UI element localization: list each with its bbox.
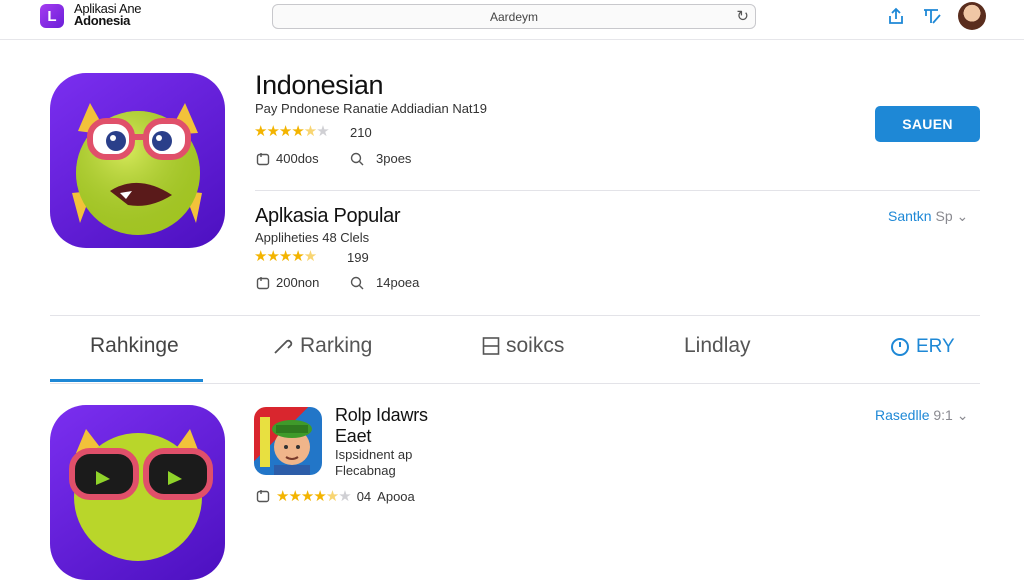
star-rating: ★★★★★★ [254,122,330,140]
brand-line-2: Adonesia [74,13,131,28]
tab-active-indicator [50,379,203,382]
tab-label: Lindlay [684,334,751,357]
section-subtitle: Appliheties 48 Clels [255,230,370,245]
side-link-label: Rasedlle [875,407,930,423]
tab-rankings[interactable]: Rahkinge [90,334,179,358]
avatar[interactable] [958,2,986,30]
size-value: 3poes [376,151,412,166]
divider [50,315,980,316]
divider [255,190,980,191]
tab-label: Rarking [300,334,373,357]
downloads-meta: 400dos [256,151,319,166]
chevron-down-icon: ⌄ [956,208,969,224]
tab-soikcs[interactable]: soikcs [482,334,564,358]
see-all-extra: Sp [935,208,953,224]
app-icon-monster[interactable] [50,73,225,248]
star-full-icons: ★★★★ [276,488,327,505]
rating-count: 210 [350,125,372,140]
tab-ranking[interactable]: Rarking [272,334,372,358]
app-icon-game[interactable] [254,407,322,475]
top-bar: L Aplikasi Ane Adonesia ↻ [0,0,1024,40]
app-subtitle: Pay Pndonese Ranatie Addiadian Nat19 [255,101,488,116]
address-bar[interactable]: ↻ [272,4,756,29]
tab-lindlay[interactable]: Lindlay [684,334,751,358]
search-icon [350,152,364,165]
section-title: Aplkasia Popular [255,205,401,227]
download-icon [256,276,270,289]
see-all-label: Santkn [888,208,932,224]
see-all-link[interactable]: Santkn Sp ⌄ [888,208,968,225]
rating-count: 199 [347,250,369,265]
downloads-meta: 200non [256,275,319,290]
brand-name: Aplikasi Ane Adonesia [74,2,142,28]
get-button[interactable]: SAUEN [875,106,980,142]
tab-label: Rahkinge [90,334,179,357]
rating-count: 04 [356,488,372,504]
list-item-desc-line-2: Flecabnag [335,463,396,478]
download-icon [256,490,270,503]
list-side-link[interactable]: Rasedlle 9:1 ⌄ [875,407,968,424]
search-input[interactable] [273,5,755,28]
downloads-count: 200non [276,275,320,290]
star-half-icon: ★ [325,488,339,505]
download-icon [256,152,270,165]
share-icon[interactable] [886,6,906,26]
size-value: 14poea [376,275,420,290]
side-link-extra: 9:1 [933,407,953,423]
star-empty-icon: ★ [338,488,351,505]
search-icon [350,276,364,289]
bookmark-icon[interactable] [922,6,942,26]
reload-icon[interactable]: ↻ [736,7,749,25]
app-icon-monster-sunglasses[interactable] [50,405,225,580]
star-half-icon: ★ [303,123,317,140]
list-icon [482,337,500,355]
chevron-down-icon: ⌄ [956,407,969,423]
tab-ery[interactable]: ERY [890,336,955,358]
star-rating: ★★★★★ [254,247,317,265]
star-half-icon: ★ [303,248,317,265]
tab-label: ERY [916,336,955,357]
list-item-desc-line-1: Ispsidnent ap [335,447,413,462]
list-item-meta: ★★★★★★ 04 Apooa [256,487,415,505]
size-value: Apooa [377,488,415,504]
downloads-count: 400dos [276,151,319,166]
clock-icon [891,338,909,356]
tab-label: soikcs [506,334,565,357]
app-title: Indonesian [255,70,384,100]
list-item-title: Rolp Idawrs Eaet [335,405,428,447]
list-item-title-line-2: Eaet [335,426,372,446]
list-item-description: Ispsidnent ap Flecabnag [335,447,412,479]
app-store-logo-icon[interactable]: L [40,4,64,28]
star-empty-icon: ★ [316,123,329,140]
size-meta: 14poea [350,275,419,290]
size-meta: 3poes [350,151,411,166]
list-item-title-line-1: Rolp Idawrs [335,405,428,425]
wrench-icon [274,339,293,354]
star-full-icons: ★★★★ [254,248,305,265]
star-full-icons: ★★★★ [254,123,305,140]
divider [50,383,980,384]
star-rating: ★★★★★★ [276,487,352,505]
